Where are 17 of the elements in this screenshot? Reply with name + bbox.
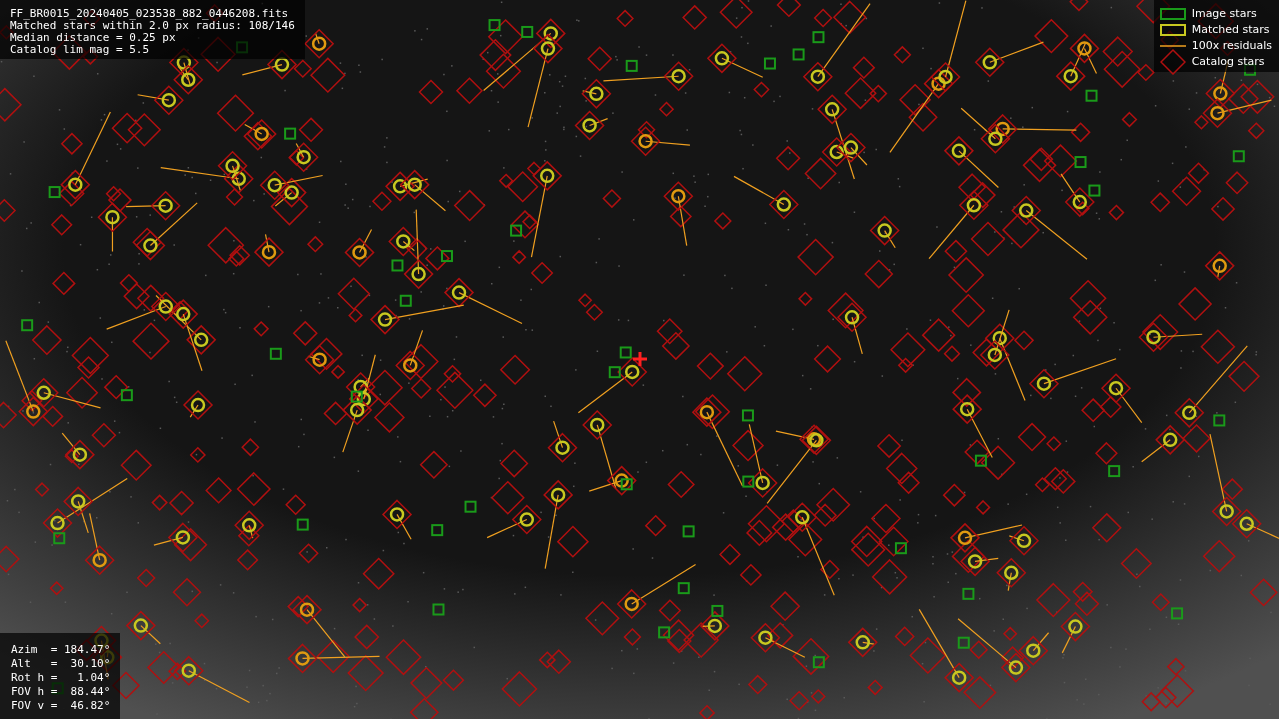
info-line: Median distance = 0.25 px (10, 32, 177, 44)
legend-label: Image stars (1191, 5, 1257, 22)
image-star-marker-icon (1159, 8, 1186, 20)
legend-label: Matched stars (1191, 21, 1270, 38)
legend-label: Catalog stars (1191, 53, 1265, 70)
legend-label: 100x residuals (1191, 37, 1272, 54)
diamond-icon (1159, 49, 1186, 75)
matched-star-marker-icon (1159, 24, 1186, 36)
pointing-line: FOV h = 88.44° (11, 685, 111, 699)
info-line: Catalog lim mag = 5.5 (10, 44, 151, 56)
pointing-line: Rot h = 1.04° (11, 671, 111, 685)
pointing-line: Azim = 184.47° (11, 643, 111, 657)
pointing-line: FOV v = 46.82° (11, 699, 111, 713)
info-line: Matched stars within 2.0 px radius: 108/146 (10, 20, 295, 32)
line-icon (1159, 44, 1186, 48)
info-line: FF_BR0015_20240405_023538_882_0446208.fits (10, 8, 290, 20)
pointing-line: Alt = 30.10° (11, 657, 111, 671)
